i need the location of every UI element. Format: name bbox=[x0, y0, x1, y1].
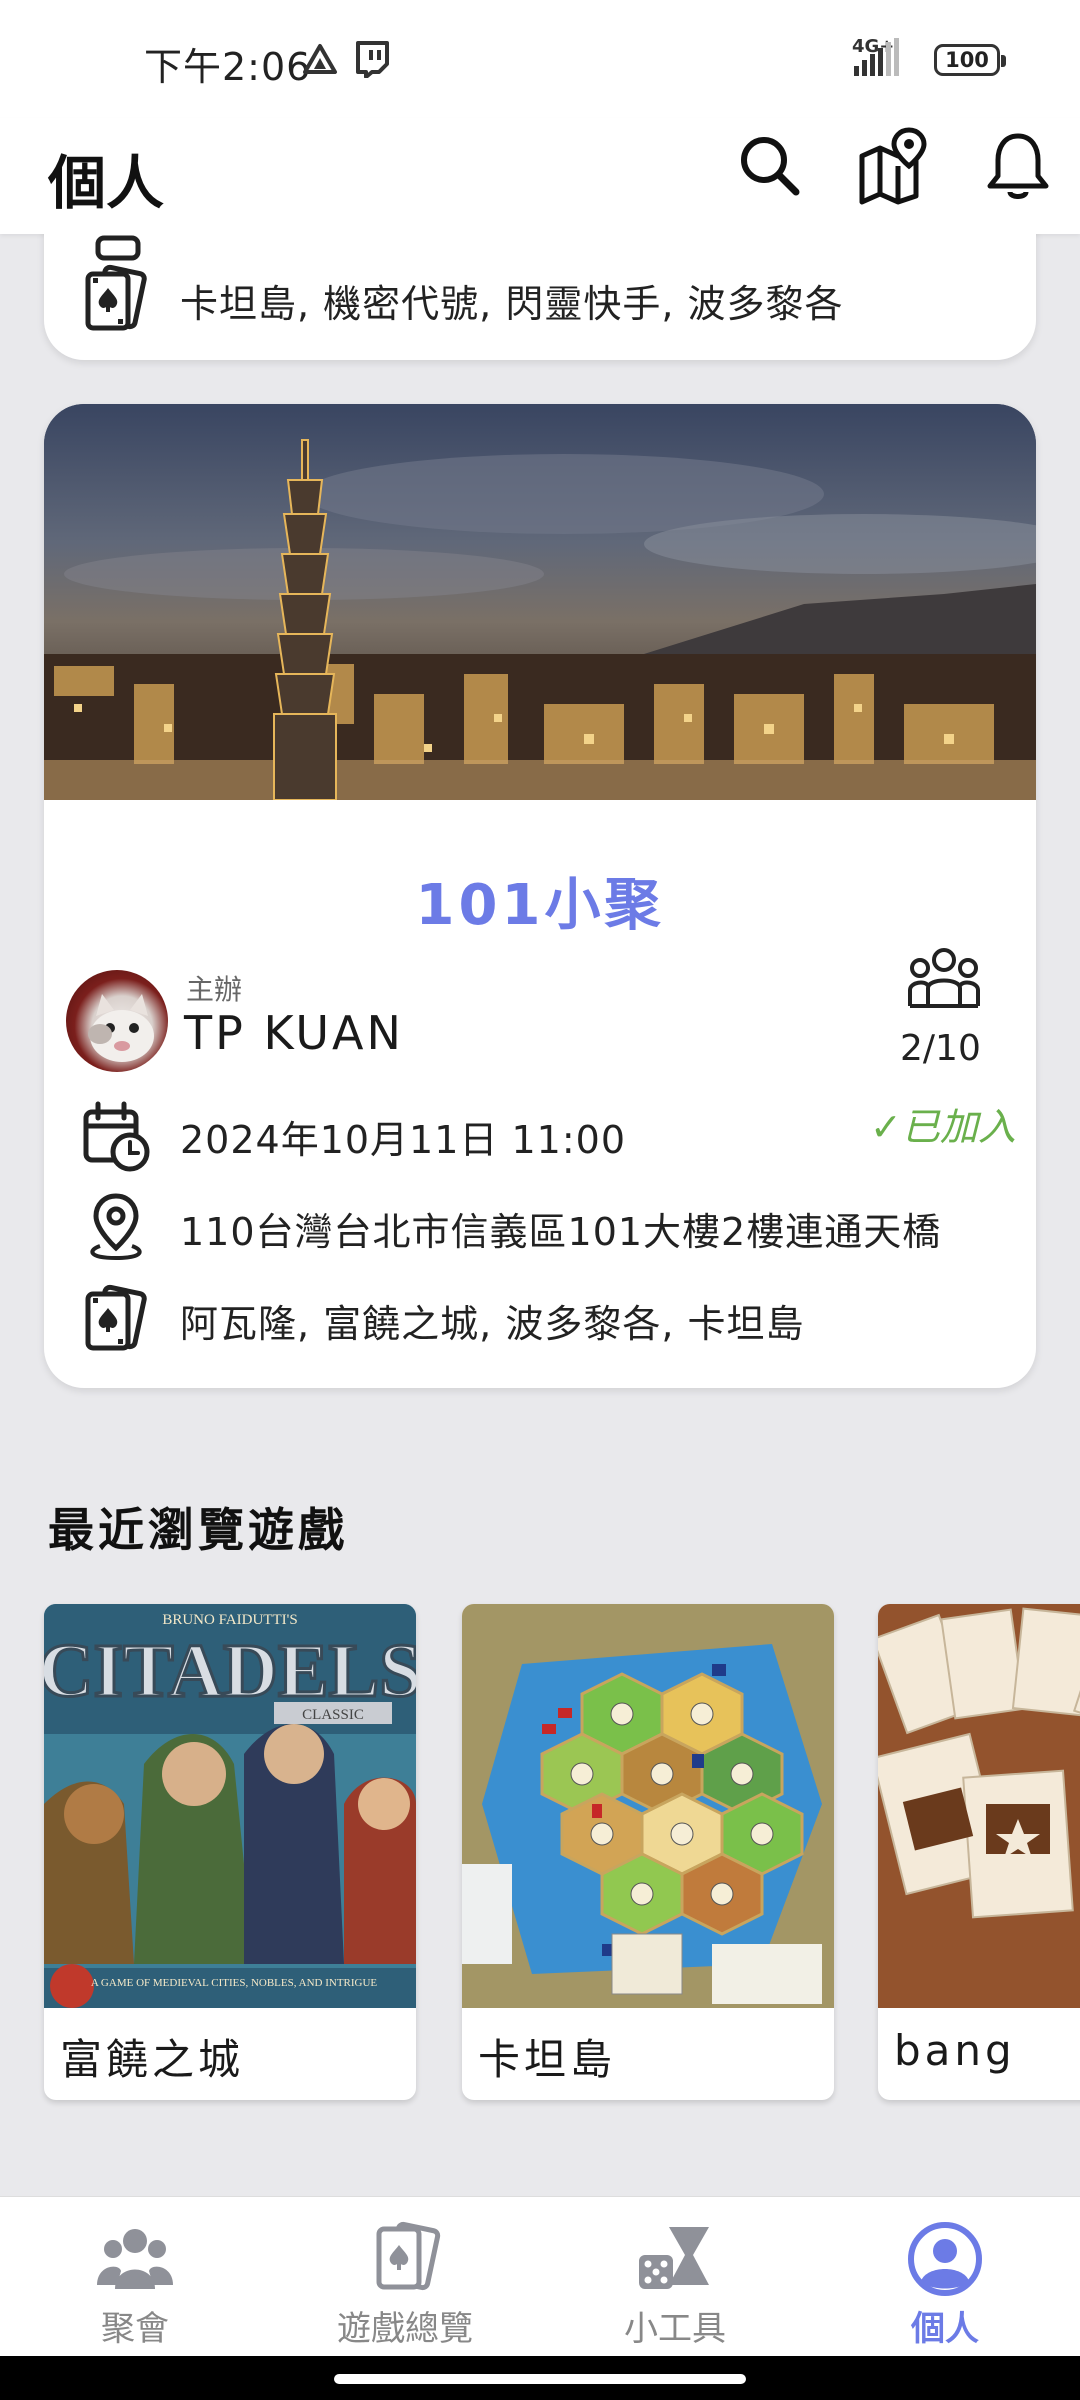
drive-icon bbox=[302, 42, 338, 76]
search-icon bbox=[741, 137, 800, 196]
nav-item-games[interactable]: 遊戲總覽 bbox=[320, 2197, 490, 2357]
members-count: 2/10 bbox=[900, 1028, 981, 1069]
event-cover-image bbox=[44, 404, 1036, 800]
nav-item-gatherings[interactable]: 聚會 bbox=[50, 2197, 220, 2357]
taipei-101-photo bbox=[44, 404, 1036, 800]
citadels-cover: BRUNO FAIDUTTI'S CITADELS CLASSIC A GAME… bbox=[44, 1604, 416, 2008]
cards-icon bbox=[365, 2219, 445, 2299]
game-name: 富饒之城 bbox=[60, 2035, 245, 2084]
members-icon bbox=[906, 946, 982, 1014]
gesture-bar bbox=[0, 2356, 1080, 2400]
event-datetime: 2024年10月11日 11:00 bbox=[180, 1117, 627, 1162]
game-cover-image: BRUNO FAIDUTTI'S CITADELS CLASSIC A GAME… bbox=[44, 1604, 416, 2008]
previous-games-row: 卡坦島, 機密代號, 閃靈快手, 波多黎各 bbox=[80, 264, 843, 336]
signal-icon bbox=[850, 38, 922, 78]
cards-icon bbox=[80, 1284, 152, 1356]
avatar[interactable] bbox=[66, 970, 168, 1072]
game-card-catan[interactable]: 卡坦島 bbox=[462, 1604, 834, 2100]
host-label: 主辦 bbox=[186, 973, 243, 1006]
app-bar: 個人 bbox=[0, 118, 1080, 234]
event-location-row[interactable]: 110台灣台北市信義區101大樓2樓連通天橋 bbox=[80, 1192, 941, 1264]
citadels-author-text: BRUNO FAIDUTTI'S bbox=[162, 1612, 297, 1628]
notifications-button[interactable] bbox=[978, 126, 1058, 206]
game-cover-image bbox=[462, 1604, 834, 2008]
bottom-navigation: 聚會 遊戲總覽 小工具 個人 bbox=[0, 2196, 1080, 2356]
map-pin-icon bbox=[859, 127, 927, 205]
event-games: 阿瓦隆, 富饒之城, 波多黎各, 卡坦島 bbox=[180, 1301, 805, 1346]
nav-item-profile[interactable]: 個人 bbox=[860, 2197, 1030, 2357]
game-cover-image bbox=[878, 1604, 1080, 2008]
search-button[interactable] bbox=[730, 126, 810, 206]
home-indicator[interactable] bbox=[334, 2374, 746, 2384]
nav-label: 遊戲總覽 bbox=[337, 2309, 473, 2349]
dice-hourglass-icon bbox=[635, 2219, 715, 2299]
citadels-edition-text: CLASSIC bbox=[302, 1707, 364, 1723]
status-bar: 下午2:06 4G+ 100 bbox=[0, 0, 1080, 118]
recent-games-heading: 最近瀏覽遊戲 bbox=[48, 1503, 348, 1557]
battery-indicator: 100 bbox=[934, 44, 1006, 76]
twitch-icon bbox=[354, 40, 390, 79]
event-card-previous[interactable]: 卡坦島, 機密代號, 閃靈快手, 波多黎各 bbox=[44, 234, 1036, 360]
game-card-citadels[interactable]: BRUNO FAIDUTTI'S CITADELS CLASSIC A GAME… bbox=[44, 1604, 416, 2100]
nav-label: 小工具 bbox=[624, 2309, 726, 2349]
event-location: 110台灣台北市信義區101大樓2樓連通天橋 bbox=[180, 1209, 942, 1254]
profile-icon bbox=[905, 2219, 985, 2299]
game-name: bang bbox=[894, 2026, 1016, 2075]
host-name[interactable]: TP KUAN bbox=[184, 1006, 404, 1060]
bang-cards-photo bbox=[878, 1604, 1080, 2008]
game-card-bang[interactable]: bang bbox=[878, 1604, 1080, 2100]
event-title: 101小聚 bbox=[415, 873, 665, 938]
nav-label: 聚會 bbox=[101, 2309, 169, 2349]
calendar-clock-icon bbox=[80, 1100, 152, 1172]
group-icon bbox=[95, 2219, 175, 2299]
event-datetime-row: 2024年10月11日 11:00 bbox=[80, 1100, 626, 1172]
page-title: 個人 bbox=[48, 149, 165, 217]
status-time: 下午2:06 bbox=[144, 45, 312, 89]
citadels-title-text: CITADELS bbox=[44, 1629, 416, 1713]
cat-avatar-image bbox=[88, 994, 154, 1062]
joined-status-badge: ✓已加入 bbox=[870, 1105, 1016, 1149]
scroll-content[interactable]: 卡坦島, 機密代號, 閃靈快手, 波多黎各 101小聚 主辦 TP KUAN 2… bbox=[0, 234, 1080, 2196]
game-name: 卡坦島 bbox=[478, 2035, 617, 2084]
catan-board-photo bbox=[462, 1604, 834, 2008]
citadels-tagline-text: A GAME OF MEDIEVAL CITIES, NOBLES, AND I… bbox=[91, 1977, 378, 1989]
location-pin-icon bbox=[80, 1192, 152, 1264]
nav-item-tools[interactable]: 小工具 bbox=[590, 2197, 760, 2357]
event-games-row: 阿瓦隆, 富饒之城, 波多黎各, 卡坦島 bbox=[80, 1284, 804, 1356]
event-card[interactable]: 101小聚 主辦 TP KUAN 2/10 ✓已加入 2024年10月11日 1… bbox=[44, 404, 1036, 1388]
bell-icon bbox=[987, 133, 1049, 199]
nav-label: 個人 bbox=[911, 2309, 979, 2349]
previous-games-text: 卡坦島, 機密代號, 閃靈快手, 波多黎各 bbox=[180, 281, 844, 326]
cards-icon bbox=[80, 264, 152, 336]
map-button[interactable] bbox=[854, 126, 934, 206]
